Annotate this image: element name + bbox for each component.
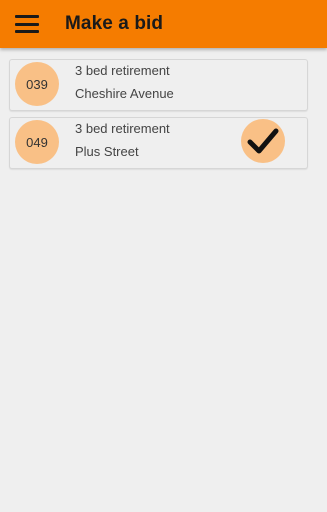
bid-list-item[interactable]: 049 3 bed retirement Plus Street	[9, 117, 308, 169]
bid-list: 039 3 bed retirement Cheshire Avenue 049…	[9, 59, 308, 175]
property-street: Cheshire Avenue	[75, 86, 174, 101]
page-title: Make a bid	[65, 13, 164, 34]
bid-number-badge: 049	[15, 120, 59, 164]
property-type: 3 bed retirement	[75, 63, 170, 78]
app-bar: Make a bid	[0, 0, 327, 48]
property-type: 3 bed retirement	[75, 121, 170, 136]
hamburger-menu-icon[interactable]	[15, 15, 39, 33]
checkmark-icon[interactable]	[241, 119, 285, 163]
bid-list-item[interactable]: 039 3 bed retirement Cheshire Avenue	[9, 59, 308, 111]
bid-number-badge: 039	[15, 62, 59, 106]
property-street: Plus Street	[75, 144, 139, 159]
